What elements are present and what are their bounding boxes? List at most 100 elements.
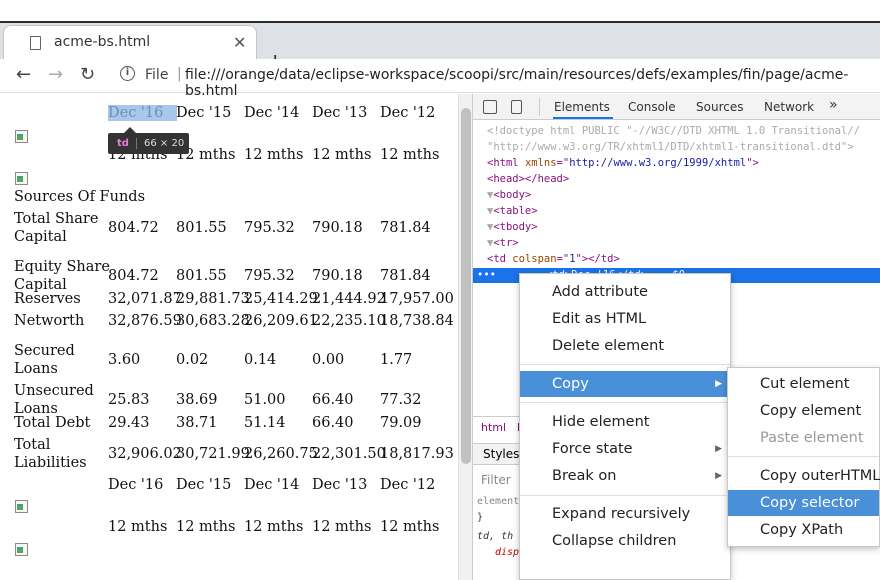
info-icon[interactable]: i	[120, 66, 135, 81]
dom-node[interactable]: ▼<table>	[487, 204, 880, 219]
dom-token: ">	[746, 157, 759, 169]
row-value-cell: 18,817.93	[380, 446, 454, 462]
menu-paste-element[interactable]: Paste element	[728, 425, 879, 451]
dom-node[interactable]: <head></head>	[487, 172, 880, 187]
forward-icon[interactable]: →	[48, 64, 63, 85]
styles-filter-input[interactable]: Filter	[481, 473, 511, 487]
dom-node[interactable]: ▼<tbody>	[487, 220, 880, 235]
dom-node[interactable]: ▼<body>	[487, 188, 880, 203]
tab-sources[interactable]: Sources	[696, 100, 743, 114]
tab-styles[interactable]: Styles	[483, 447, 519, 461]
menu-separator	[520, 495, 730, 496]
footer-year-cell: Dec '16	[108, 477, 164, 493]
row-label: Unsecured	[14, 383, 94, 399]
header-year-cell[interactable]: Dec '12	[380, 105, 435, 121]
ellipsis-icon[interactable]: •••	[477, 269, 496, 281]
row-value-cell: 0.00	[312, 352, 345, 368]
row-label: Liabilities	[14, 455, 87, 471]
menu-copy-selector[interactable]: Copy selector	[728, 490, 879, 516]
back-icon[interactable]: ←	[16, 64, 31, 85]
crumb-html[interactable]: html	[481, 421, 506, 434]
header-year-cell[interactable]: Dec '13	[312, 105, 367, 121]
menu-separator	[520, 402, 730, 403]
menu-copy-element[interactable]: Copy element	[728, 398, 879, 424]
tab-network[interactable]: Network	[764, 100, 814, 114]
menu-hide-element[interactable]: Hide element	[520, 409, 730, 435]
reload-icon[interactable]: ↻	[80, 64, 95, 85]
row-label: Secured	[14, 343, 75, 359]
dom-token: colspan	[512, 253, 557, 265]
submenu-arrow-icon: ▶	[715, 444, 722, 454]
row-value-cell: 29,881.73	[176, 291, 250, 307]
menu-add-attribute[interactable]: Add attribute	[520, 279, 730, 305]
browser-tab[interactable]: acme-bs.html ✕	[3, 25, 257, 61]
dom-token: <tr>	[493, 237, 519, 249]
row-label: Loans	[14, 361, 58, 377]
broken-image-icon	[14, 171, 29, 186]
inspect-icon[interactable]	[483, 100, 497, 114]
dom-node[interactable]: "http://www.w3.org/TR/xhtml1/DTD/xhtml1-…	[487, 140, 880, 155]
header-year-cell[interactable]: Dec '14	[244, 105, 299, 121]
dom-node[interactable]: <td colspan="1"></td>	[487, 252, 880, 267]
url-scheme-label: File	[145, 67, 169, 83]
header-year-cell[interactable]: Dec '16	[108, 105, 178, 121]
submenu-arrow-icon: ▶	[715, 379, 722, 389]
menu-copy[interactable]: Copy ▶	[520, 371, 730, 397]
menu-edit-as-html[interactable]: Edit as HTML	[520, 306, 730, 332]
row-label: Networth	[14, 313, 85, 329]
row-value-cell: 38.69	[176, 392, 218, 408]
menu-copy-xpath[interactable]: Copy XPath	[728, 517, 879, 543]
menu-collapse-children[interactable]: Collapse children	[520, 528, 730, 554]
dom-node[interactable]: <!doctype html PUBLIC "-//W3C//DTD XHTML…	[487, 124, 880, 139]
menu-break-on[interactable]: Break on ▶	[520, 463, 730, 489]
footer-month-cell: 12 mths	[312, 519, 372, 535]
dom-token: ="	[556, 253, 570, 265]
dom-token: <tbody>	[493, 221, 538, 233]
dom-node[interactable]: ▼<tr>	[487, 236, 880, 251]
footer-year-cell: Dec '14	[244, 477, 300, 493]
menu-cut-element[interactable]: Cut element	[728, 371, 879, 397]
row-value-cell: 801.55	[176, 220, 227, 236]
close-icon[interactable]: ✕	[233, 33, 246, 52]
dom-token: <table>	[493, 205, 538, 217]
tooltip-divider	[136, 138, 137, 149]
row-value-cell: 25,414.29	[244, 291, 318, 307]
menu-copy-label: Copy	[552, 376, 589, 392]
menu-expand-recursively[interactable]: Expand recursively	[520, 501, 730, 527]
address-bar[interactable]: i File | file:///orange/data/eclipse-wor…	[110, 63, 880, 99]
dom-token: <html	[487, 157, 525, 169]
tab-console[interactable]: Console	[628, 100, 676, 114]
row-value-cell: 0.14	[244, 352, 277, 368]
dom-token: <body>	[493, 189, 532, 201]
style-rule-line: td, th	[477, 531, 514, 542]
context-menu: Add attribute Edit as HTML Delete elemen…	[519, 273, 731, 580]
dom-token: "></td>	[575, 253, 620, 265]
window-top	[0, 0, 880, 21]
tab-elements[interactable]: Elements	[554, 100, 610, 114]
device-toolbar-icon[interactable]	[511, 100, 522, 114]
menu-force-state[interactable]: Force state ▶	[520, 436, 730, 462]
row-value-cell: 77.32	[380, 392, 422, 408]
row-value-cell: 32,906.02	[108, 446, 182, 462]
row-value-cell: 18,738.84	[380, 313, 454, 329]
page-scrollbar[interactable]	[458, 94, 472, 580]
more-tabs-icon[interactable]: »	[829, 97, 838, 113]
row-value-cell: 790.18	[312, 268, 363, 284]
row-value-cell: 25.83	[108, 392, 150, 408]
row-value-cell: 3.60	[108, 352, 141, 368]
dom-token: xmlns	[524, 157, 557, 169]
row-value-cell: 795.32	[244, 268, 295, 284]
row-value-cell: 51.14	[244, 415, 286, 431]
scrollbar-thumb[interactable]	[461, 108, 471, 464]
row-value-cell: 32,071.87	[108, 291, 182, 307]
header-month-cell: 12 mths	[312, 147, 372, 163]
menu-copy-outerhtml[interactable]: Copy outerHTML	[728, 463, 880, 489]
footer-month-cell: 12 mths	[380, 519, 440, 535]
dom-node[interactable]: <html xmlns="http://www.w3.org/1999/xhtm…	[487, 156, 880, 171]
tooltip-tag: td	[117, 138, 129, 149]
row-label: Reserves	[14, 291, 81, 307]
header-year-cell[interactable]: Dec '15	[176, 105, 231, 121]
row-label: Capital	[14, 229, 67, 245]
menu-delete-element[interactable]: Delete element	[520, 333, 730, 359]
row-label: Total	[14, 437, 51, 453]
